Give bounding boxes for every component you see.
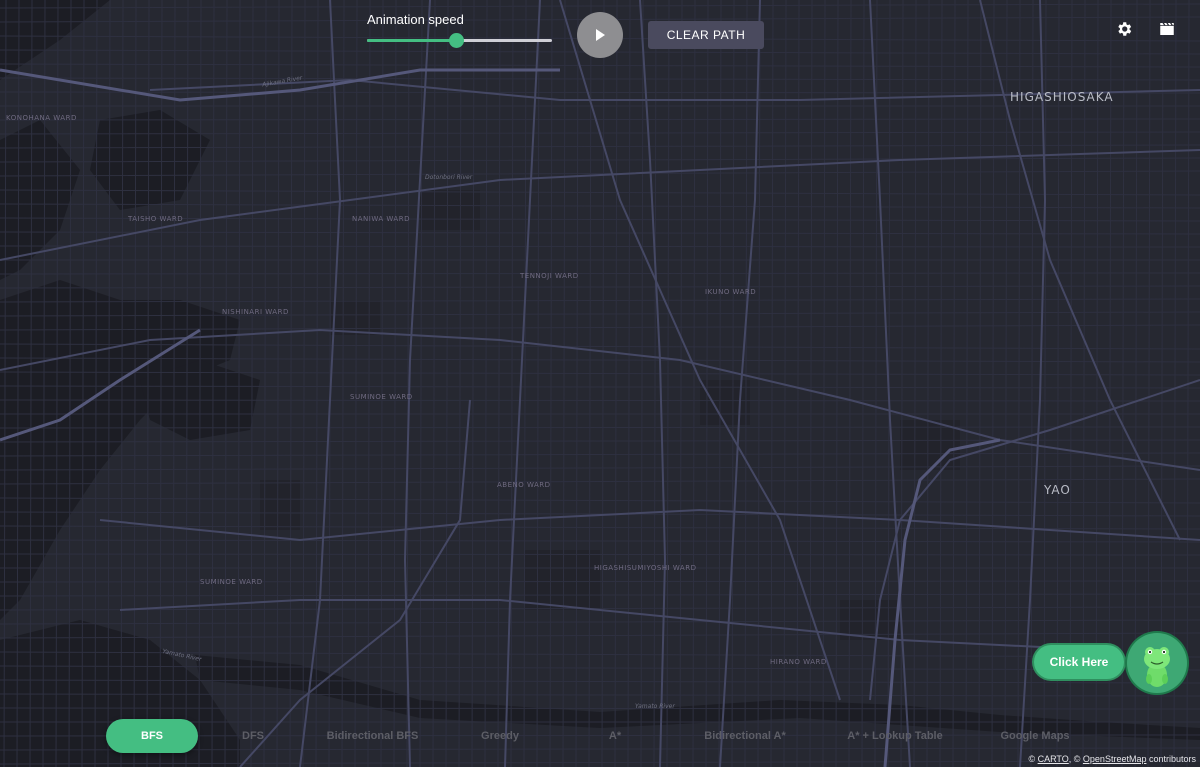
carto-link[interactable]: CARTO [1038, 754, 1069, 764]
ward-label-abeno: ABENO WARD [497, 481, 551, 489]
ward-label-hirano: HIRANO WARD [770, 658, 827, 666]
play-icon [596, 29, 605, 41]
animation-speed-label: Animation speed [367, 12, 464, 27]
click-here-button[interactable]: Click Here [1034, 645, 1124, 679]
algo-button-astar-lookup[interactable]: A* + Lookup Table [835, 719, 955, 753]
ward-label-konohana: KONOHANA WARD [6, 114, 77, 122]
mascot-avatar[interactable] [1127, 633, 1187, 693]
algo-button-bidirectional-astar[interactable]: Bidirectional A* [680, 719, 810, 753]
ward-label-suminoe: SUMINOE WARD [200, 578, 263, 586]
river-label-yamato-2: Yamato River [635, 703, 675, 710]
ward-label-minato: TAISHO WARD [128, 215, 184, 223]
ward-label-tennoji: TENNOJI WARD [520, 272, 579, 280]
animation-speed-slider[interactable] [367, 33, 552, 48]
slider-fill [367, 39, 456, 42]
ward-label-suminoe-2: SUMINOE WARD [350, 393, 413, 401]
algo-button-dfs[interactable]: DFS [220, 719, 286, 753]
city-label-higashiosaka: HIGASHIOSAKA [1010, 90, 1114, 104]
attribution-middle: , © [1068, 754, 1083, 764]
algo-button-bidirectional-bfs[interactable]: Bidirectional BFS [310, 719, 435, 753]
city-label-yao: YAO [1044, 483, 1071, 497]
clapperboard-icon[interactable] [1158, 20, 1176, 38]
algorithm-selector: BFS DFS Bidirectional BFS Greedy A* Bidi… [100, 716, 1100, 756]
algo-button-astar[interactable]: A* [590, 719, 640, 753]
animation-speed-control: Animation speed [367, 12, 557, 48]
algo-button-bfs[interactable]: BFS [106, 719, 198, 753]
clear-path-button[interactable]: CLEAR PATH [648, 21, 764, 49]
frog-mascot-icon [1144, 647, 1170, 687]
river-label-dotonbori: Dotonbori River [425, 174, 473, 181]
attribution-prefix: © [1028, 754, 1038, 764]
osm-link[interactable]: OpenStreetMap [1083, 754, 1147, 764]
slider-thumb[interactable] [448, 33, 464, 48]
ward-label-higashisumiyoshi: HIGASHISUMIYOSHI WARD [594, 564, 697, 572]
ward-label-ikuno: IKUNO WARD [705, 288, 757, 296]
gear-icon[interactable] [1115, 20, 1133, 38]
play-button[interactable] [577, 12, 623, 58]
ward-label-nishinari: NISHINARI WARD [222, 308, 289, 316]
ward-label-naniwa: NANIWA WARD [352, 215, 410, 223]
algo-button-google-maps[interactable]: Google Maps [980, 719, 1090, 753]
attribution-suffix: contributors [1146, 754, 1196, 764]
algo-button-greedy[interactable]: Greedy [460, 719, 540, 753]
map-attribution: © CARTO, © OpenStreetMap contributors [1028, 754, 1196, 764]
